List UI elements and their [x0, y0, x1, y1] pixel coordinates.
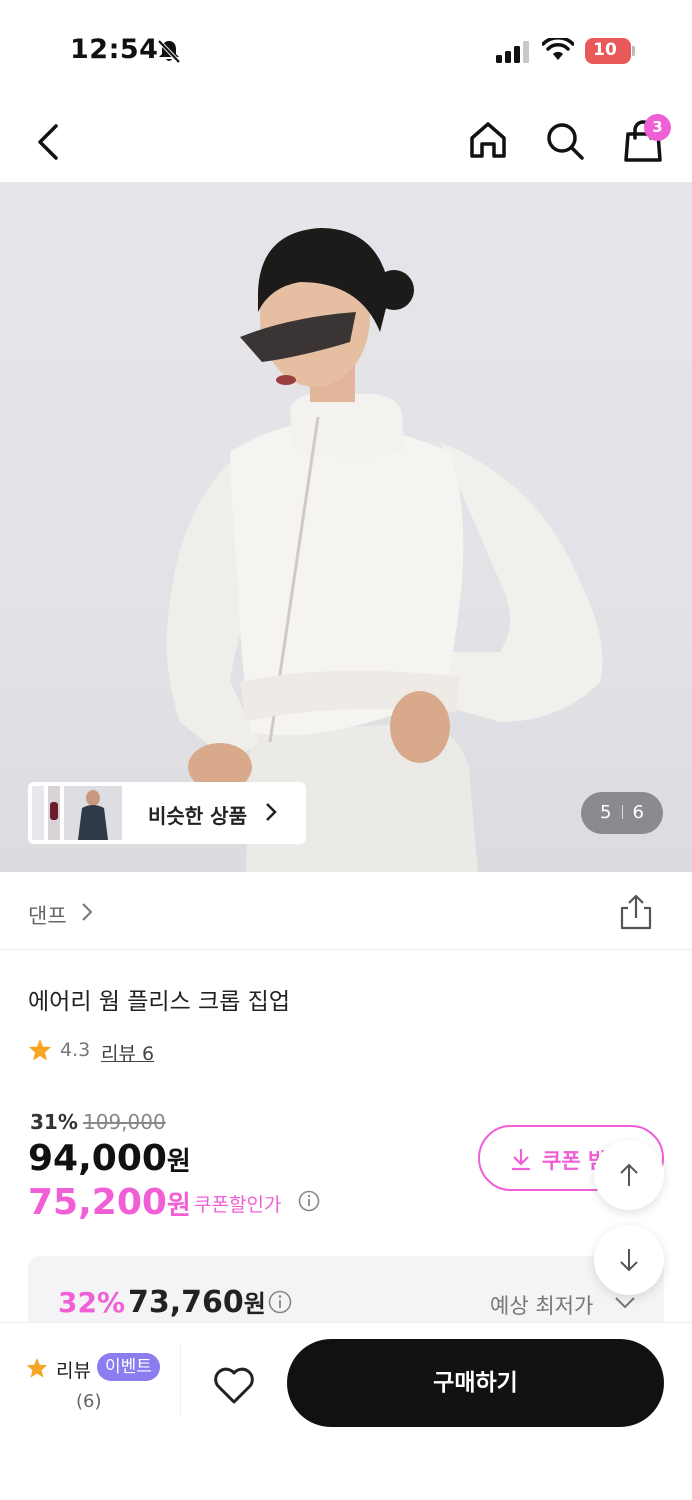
chevron-down-icon: [615, 1297, 635, 1309]
product-photo: [166, 228, 603, 872]
bottom-action-bar: 리뷰 이벤트 (6) 구매하기: [0, 1322, 692, 1500]
similar-thumb: [48, 786, 60, 840]
info-icon[interactable]: [298, 1190, 320, 1212]
lowest-price: 73,760원: [128, 1285, 266, 1320]
info-icon[interactable]: [268, 1290, 292, 1314]
page-current: 5: [600, 802, 612, 823]
review-event-button[interactable]: 리뷰 이벤트 (6): [26, 1353, 176, 1417]
product-title: 에어리 웜 플리스 크롭 집업: [28, 989, 291, 1015]
home-icon[interactable]: [466, 118, 510, 162]
page-total: 6: [632, 802, 644, 823]
chevron-right-icon: [82, 903, 93, 921]
similar-thumb: [32, 786, 44, 840]
rating-value: 4.3: [60, 1039, 91, 1061]
event-badge: 이벤트: [97, 1353, 160, 1381]
signal-icon: [496, 41, 529, 63]
buy-button[interactable]: 구매하기: [287, 1339, 664, 1427]
brand-row: 댄프: [0, 872, 692, 950]
review-link[interactable]: 리뷰 6: [101, 1039, 154, 1066]
lowest-price-label: 예상 최저가: [490, 1294, 594, 1318]
star-icon: [26, 1357, 48, 1378]
divider: [180, 1345, 181, 1417]
scroll-to-bottom-button[interactable]: [594, 1225, 664, 1295]
lowest-rate: 32%: [58, 1286, 126, 1319]
battery-level: 10: [593, 40, 617, 60]
scroll-to-top-button[interactable]: [594, 1140, 664, 1210]
similar-products-button[interactable]: 비슷한 상품: [28, 782, 306, 844]
download-icon: [512, 1149, 530, 1171]
coupon-price: 75,200원: [28, 1182, 191, 1223]
similar-thumb: [64, 786, 122, 840]
brand-link[interactable]: 댄프: [28, 900, 67, 930]
review-count: (6): [76, 1391, 102, 1412]
original-price: 109,000: [83, 1110, 166, 1134]
battery-indicator: 10: [585, 38, 631, 64]
image-page-indicator: 56: [581, 792, 663, 834]
arrow-down-icon: [620, 1249, 638, 1272]
arrow-up-icon: [620, 1163, 638, 1186]
star-icon: [29, 1039, 51, 1061]
review-label: 리뷰: [56, 1360, 91, 1382]
top-nav: [0, 100, 692, 182]
product-image-carousel[interactable]: 비슷한 상품 56: [0, 182, 692, 872]
status-bar: 12:54 10: [0, 0, 692, 100]
heart-icon[interactable]: [210, 1361, 258, 1409]
sale-price: 94,000원: [28, 1138, 191, 1179]
similar-products-label: 비슷한 상품: [148, 804, 247, 828]
search-icon[interactable]: [544, 120, 586, 162]
wifi-icon: [542, 38, 574, 60]
coupon-price-label: 쿠폰할인가: [194, 1194, 282, 1216]
battery-nub: [632, 46, 635, 56]
back-button[interactable]: [28, 120, 72, 164]
status-time: 12:54: [70, 34, 159, 65]
discount-rate: 31%: [30, 1110, 78, 1134]
chevron-right-icon: [266, 803, 277, 821]
share-icon[interactable]: [618, 894, 654, 930]
silent-bell-icon: [157, 39, 181, 64]
cart-count-badge: 3: [644, 114, 671, 141]
